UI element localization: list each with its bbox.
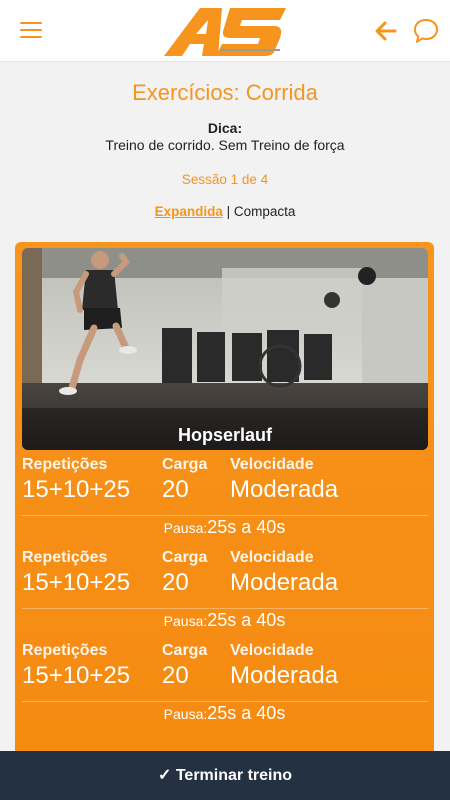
set-divider: [22, 608, 428, 609]
session-counter: Sessão 1 de 4: [181, 172, 269, 187]
set-divider: [22, 515, 428, 516]
set-row: Repetições 15+10+25 Carga 20 Velocidade …: [15, 456, 434, 549]
pause-label: Pausa:: [163, 613, 208, 629]
load-value: 20: [162, 662, 189, 689]
page-content: Exercícios: Corrida Dica: Treino de corr…: [0, 62, 450, 219]
exercise-card: Hopserlauf Repetições 15+10+25 Carga 20 …: [15, 242, 434, 772]
speed-value: Moderada: [230, 476, 339, 503]
pause-info: Pausa:25s a 40s: [15, 517, 434, 538]
reps-value: 15+10+25: [22, 569, 131, 596]
set-row: Repetições 15+10+25 Carga 20 Velocidade …: [15, 642, 434, 735]
exercise-name: Hopserlauf: [177, 425, 273, 445]
set-row: Repetições 15+10+25 Carga 20 Velocidade …: [15, 549, 434, 642]
set-divider: [22, 701, 428, 702]
reps-label: Repetições: [22, 642, 108, 659]
reps-label: Repetições: [22, 549, 108, 566]
load-value: 20: [162, 569, 189, 596]
exercise-video[interactable]: Hopserlauf: [22, 248, 428, 450]
app-logo: [160, 4, 290, 58]
load-label: Carga: [162, 642, 208, 659]
pause-value: 25s a 40s: [207, 703, 286, 723]
speed-label: Velocidade: [230, 549, 314, 566]
speed-label: Velocidade: [230, 456, 314, 473]
speed-value: Moderada: [230, 662, 339, 689]
load-label: Carga: [162, 456, 208, 473]
arrow-left-icon[interactable]: [373, 18, 399, 44]
pause-info: Pausa:25s a 40s: [15, 703, 434, 724]
load-value: 20: [162, 476, 189, 503]
pause-value: 25s a 40s: [207, 610, 286, 630]
view-expanded-link[interactable]: Expandida: [155, 204, 223, 219]
load-label: Carga: [162, 549, 208, 566]
reps-value: 15+10+25: [22, 662, 131, 689]
hamburger-menu-icon[interactable]: [20, 22, 42, 40]
pause-label: Pausa:: [163, 520, 208, 536]
tip-label: Dica:: [207, 120, 243, 136]
footer-bar: ✓ Terminar treino: [0, 751, 450, 800]
chat-bubble-icon[interactable]: [412, 17, 440, 45]
reps-value: 15+10+25: [22, 476, 131, 503]
page-title: Exercícios: Corrida: [132, 80, 318, 105]
view-mode-switch: Expandida | Compacta: [0, 204, 450, 219]
pause-value: 25s a 40s: [207, 517, 286, 537]
pause-info: Pausa:25s a 40s: [15, 610, 434, 631]
pause-label: Pausa:: [163, 706, 208, 722]
speed-value: Moderada: [230, 569, 339, 596]
view-compact-link[interactable]: Compacta: [234, 204, 296, 219]
tip-text: Treino de corrido. Sem Treino de força: [105, 137, 345, 153]
speed-label: Velocidade: [230, 642, 314, 659]
reps-label: Repetições: [22, 456, 108, 473]
finish-workout-button[interactable]: ✓ Terminar treino: [0, 751, 450, 800]
top-app-bar: [0, 0, 450, 62]
view-separator: |: [226, 204, 231, 219]
